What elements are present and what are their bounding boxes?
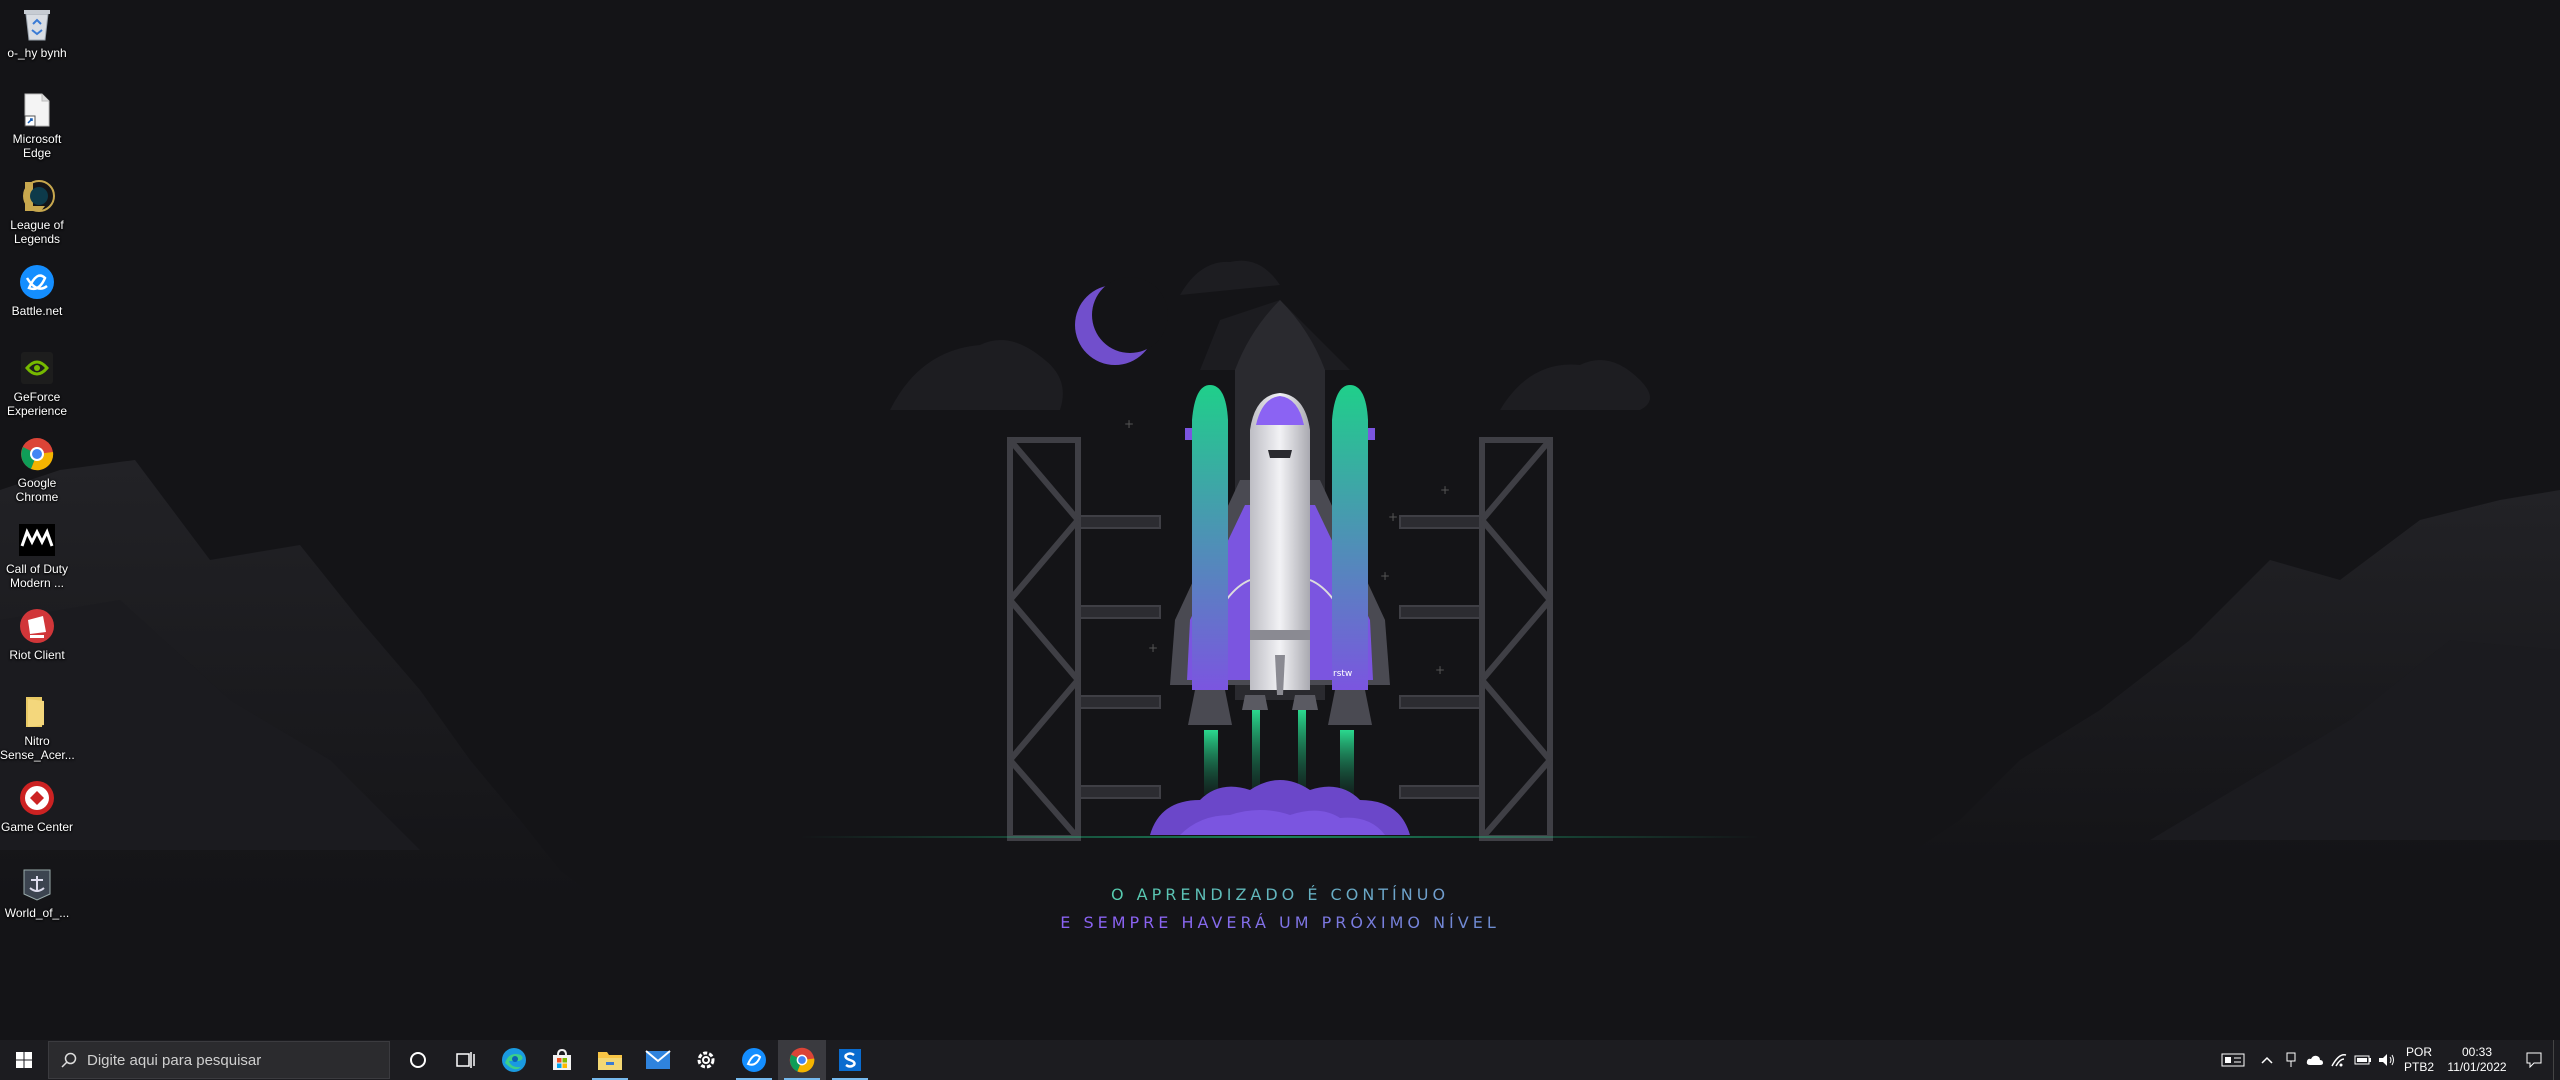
search-icon [61, 1052, 77, 1068]
tray-battery[interactable] [2351, 1040, 2375, 1080]
taskbar-file-explorer[interactable] [586, 1040, 634, 1080]
usb-icon [2286, 1052, 2296, 1067]
tray-clock[interactable]: 00:33 11/01/2022 [2439, 1040, 2515, 1080]
taskbar: Digite aqui para pesquisar POR PTB2 00:3… [0, 1040, 2560, 1080]
task-view-icon [456, 1052, 475, 1068]
svg-text:+: + [1440, 483, 1450, 497]
settings-icon [697, 1051, 715, 1069]
keyboard-icon [2221, 1053, 2245, 1067]
tray-show-hidden[interactable] [2255, 1040, 2279, 1080]
desktop-icon-label: Nitro Sense_Acer... [0, 734, 75, 762]
desktop-icon-label: World_of_... [4, 906, 70, 920]
rocket-badge-text: rstw [1333, 669, 1352, 679]
taskbar-battlenet[interactable] [730, 1040, 778, 1080]
desktop-icon-label: Microsoft Edge [12, 132, 62, 160]
store-icon [553, 1048, 571, 1070]
world-of-warships-icon [17, 864, 57, 904]
desktop-icon-recycle-bin[interactable]: o-_hy bynh [0, 0, 74, 82]
edge-icon [502, 1048, 526, 1072]
desktop-icon-label: Google Chrome [15, 476, 59, 504]
desktop-icon-geforce-experience[interactable]: GeForce Experience [0, 344, 74, 426]
riot-client-icon [17, 606, 57, 646]
taskbar-mail[interactable] [634, 1040, 682, 1080]
svg-text:+: + [1435, 663, 1445, 677]
desktop-icon-label: Call of Duty Modern ... [5, 562, 69, 590]
svg-text:+: + [1148, 641, 1158, 655]
tray-onedrive[interactable] [2303, 1040, 2327, 1080]
svg-text:+: + [1124, 417, 1134, 431]
game-center-icon [17, 778, 57, 818]
desktop-icon-world-of-warships[interactable]: World_of_... [0, 860, 74, 942]
desktop-wallpaper: + + + + + + rstw [0, 260, 2560, 900]
folder-icon [17, 692, 57, 732]
speaker-icon [2379, 1054, 2394, 1066]
desktop-icon-label: League of Legends [10, 218, 64, 246]
taskbar-chrome[interactable] [778, 1040, 826, 1080]
clock-date: 11/01/2022 [2447, 1060, 2507, 1074]
battlenet-icon [17, 262, 57, 302]
wifi-icon [2331, 1053, 2347, 1067]
windows-logo-icon [16, 1052, 32, 1068]
task-view-button[interactable] [442, 1040, 490, 1080]
taskbar-edge[interactable] [490, 1040, 538, 1080]
desktop-icon-label: GeForce Experience [6, 390, 68, 418]
wallpaper-slogan-line2: E SEMPRE HAVERÁ UM PRÓXIMO NÍVEL [0, 913, 2560, 932]
desktop-icon-game-center[interactable]: Game Center [0, 774, 74, 856]
app-s-icon [839, 1049, 861, 1071]
taskbar-search-box[interactable]: Digite aqui para pesquisar [48, 1041, 390, 1079]
clock-time: 00:33 [2461, 1045, 2493, 1059]
keyboard-layout: PTB2 [2403, 1060, 2434, 1074]
desktop-icon-label: Battle.net [11, 304, 63, 318]
tray-volume[interactable] [2375, 1040, 2399, 1080]
start-button[interactable] [0, 1040, 48, 1080]
tray-network[interactable] [2327, 1040, 2351, 1080]
battlenet-icon [742, 1048, 766, 1072]
tray-keyboard[interactable] [2211, 1040, 2255, 1080]
recycle-bin-icon [17, 4, 57, 44]
mail-icon [645, 1050, 671, 1069]
desktop-icon-label: o-_hy bynh [7, 46, 67, 60]
desktop-icon-call-of-duty[interactable]: Call of Duty Modern ... [0, 516, 74, 598]
battery-icon [2354, 1055, 2371, 1065]
desktop-icon-label: Game Center [0, 820, 74, 834]
desktop-icon-riot-client[interactable]: Riot Client [0, 602, 74, 684]
taskbar-app-s[interactable] [826, 1040, 874, 1080]
geforce-icon [17, 348, 57, 388]
chevron-up-icon [2261, 1056, 2273, 1064]
desktop-icon-nitro-sense[interactable]: Nitro Sense_Acer... [0, 688, 75, 770]
svg-text:+: + [1380, 569, 1390, 583]
taskbar-settings[interactable] [682, 1040, 730, 1080]
notification-icon [2526, 1052, 2542, 1068]
system-tray: POR PTB2 00:33 11/01/2022 [2211, 1040, 2560, 1080]
file-shortcut-icon [17, 90, 57, 130]
search-placeholder: Digite aqui para pesquisar [87, 1051, 262, 1069]
show-desktop-button[interactable] [2553, 1040, 2560, 1080]
tray-usb[interactable] [2279, 1040, 2303, 1080]
desktop-icon-google-chrome[interactable]: Google Chrome [0, 430, 74, 512]
chrome-icon [789, 1047, 815, 1073]
cortana-button[interactable] [394, 1040, 442, 1080]
desktop-icon-label: Riot Client [9, 648, 65, 662]
wallpaper-slogan-line1: O APRENDIZADO É CONTÍNUO [0, 885, 2560, 904]
desktop-icon-battlenet[interactable]: Battle.net [0, 258, 74, 340]
league-of-legends-icon [17, 176, 57, 216]
file-explorer-icon [598, 1052, 622, 1070]
svg-text:+: + [1388, 510, 1398, 524]
desktop-icon-league-of-legends[interactable]: League of Legends [0, 172, 74, 254]
tray-language[interactable]: POR PTB2 [2399, 1040, 2439, 1080]
language-code: POR [2405, 1045, 2432, 1059]
cortana-icon [410, 1052, 426, 1068]
desktop-icon-microsoft-edge[interactable]: Microsoft Edge [0, 86, 74, 168]
notification-center-button[interactable] [2515, 1040, 2553, 1080]
cloud-icon [2306, 1055, 2323, 1065]
chrome-icon [17, 434, 57, 474]
taskbar-store[interactable] [538, 1040, 586, 1080]
call-of-duty-icon [17, 520, 57, 560]
